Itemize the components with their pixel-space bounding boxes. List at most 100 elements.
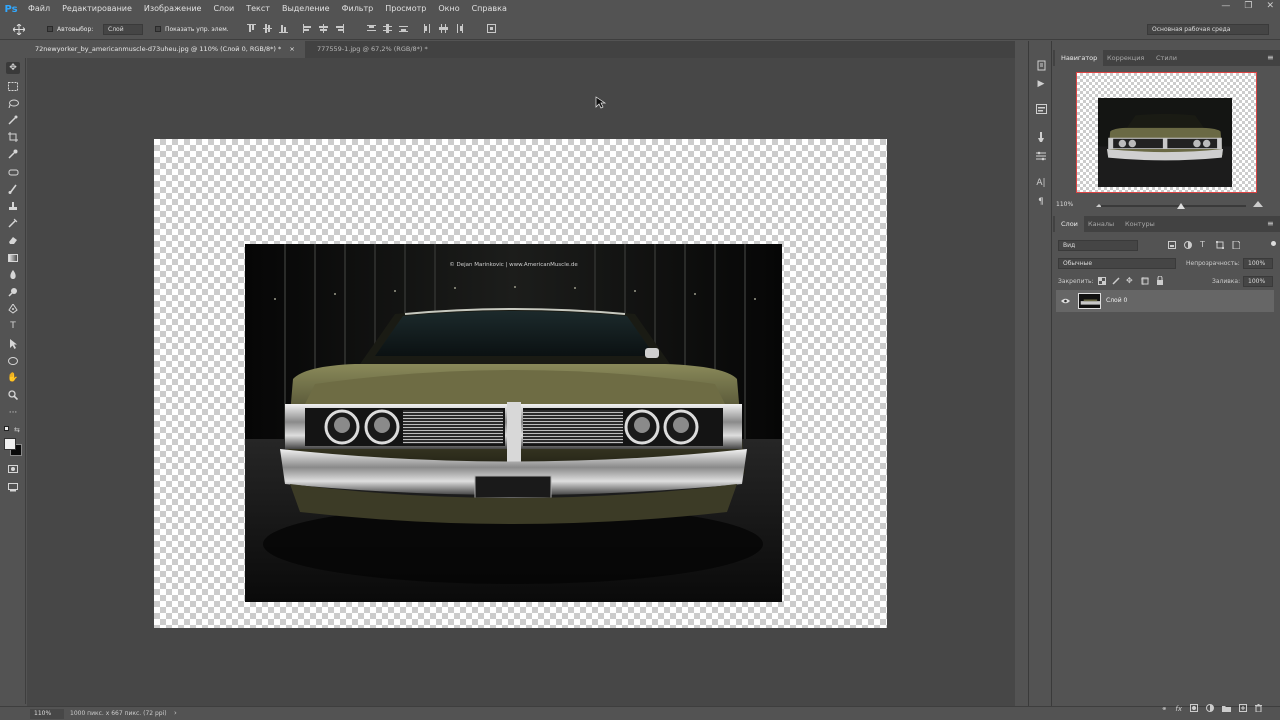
car-photo-layer[interactable]: © Dejan Marinkovic | www.AmericanMuscle.…: [245, 244, 782, 602]
menu-image[interactable]: Изображение: [138, 0, 208, 18]
zoom-level-field[interactable]: 110%: [30, 709, 64, 719]
close-button[interactable]: ✕: [1266, 1, 1274, 11]
clone-source-icon[interactable]: [1035, 150, 1047, 162]
tab-777559[interactable]: 777559-1.jpg @ 67,2% (RGB/8*) * ×: [309, 41, 449, 70]
menu-type[interactable]: Текст: [240, 0, 276, 18]
tab-navigator[interactable]: Навигатор: [1055, 50, 1104, 66]
more-tools-icon[interactable]: ···: [6, 407, 20, 419]
actions-play-icon[interactable]: ▶: [1035, 78, 1047, 90]
history-icon[interactable]: [1035, 59, 1047, 71]
align-left-icon[interactable]: [303, 24, 312, 33]
paragraph-icon[interactable]: ¶: [1035, 196, 1047, 208]
tab-styles[interactable]: Стили: [1150, 50, 1183, 66]
menu-window[interactable]: Окно: [432, 0, 465, 18]
type-tool-icon[interactable]: T: [6, 320, 20, 332]
filter-shape-icon[interactable]: [1216, 241, 1224, 251]
opacity-field[interactable]: 100%: [1243, 258, 1273, 269]
tab-layers[interactable]: Слои: [1055, 216, 1084, 232]
distribute-vcenter-icon[interactable]: [383, 24, 392, 33]
align-bottom-icon[interactable]: [279, 24, 288, 33]
menu-filter[interactable]: Фильтр: [336, 0, 380, 18]
autoselect-dropdown[interactable]: Слой: [103, 24, 143, 35]
zoom-tool-icon[interactable]: [6, 389, 20, 401]
lock-all-icon[interactable]: [1156, 275, 1164, 287]
lock-position-icon[interactable]: ✥: [1126, 276, 1133, 285]
pen-tool-icon[interactable]: [6, 303, 20, 315]
history-brush-tool-icon[interactable]: [6, 217, 20, 229]
minimize-button[interactable]: —: [1221, 1, 1230, 11]
tab-channels[interactable]: Каналы: [1082, 216, 1120, 232]
tab-72newyorker[interactable]: 72newyorker_by_americanmuscle-d73uheu.jp…: [27, 41, 305, 58]
ellipse-tool-icon[interactable]: [6, 355, 20, 367]
filter-smart-object-icon[interactable]: [1232, 240, 1241, 251]
navigator-preview[interactable]: [1076, 72, 1257, 193]
properties-icon[interactable]: [1035, 103, 1047, 115]
panel-menu-icon[interactable]: ≡: [1267, 53, 1274, 62]
move-tool-icon[interactable]: ✥: [6, 62, 20, 74]
show-transform-checkbox[interactable]: [155, 26, 161, 32]
distribute-bottom-icon[interactable]: [399, 24, 408, 33]
layer-filter-dropdown[interactable]: Вид: [1058, 240, 1138, 251]
blend-mode-dropdown[interactable]: Обычные: [1058, 258, 1176, 269]
foreground-color-swatch[interactable]: [4, 438, 16, 450]
marquee-tool-icon[interactable]: [6, 80, 20, 92]
eye-icon[interactable]: [1061, 297, 1070, 306]
screen-mode-icon[interactable]: [6, 481, 20, 493]
tab-adjustments[interactable]: Коррекция: [1101, 50, 1150, 66]
menu-edit[interactable]: Редактирование: [56, 0, 138, 18]
eraser-tool-icon[interactable]: [6, 234, 20, 246]
add-mask-icon[interactable]: [1190, 704, 1198, 714]
tab-close-icon[interactable]: ×: [289, 45, 294, 53]
hand-tool-icon[interactable]: ✋: [6, 372, 20, 384]
fill-field[interactable]: 100%: [1243, 276, 1273, 287]
autoselect-checkbox[interactable]: [47, 26, 53, 32]
align-right-icon[interactable]: [335, 24, 344, 33]
blur-tool-icon[interactable]: [6, 269, 20, 281]
move-tool-preset-icon[interactable]: [12, 23, 26, 36]
status-menu-arrow[interactable]: ›: [174, 709, 177, 717]
character-icon[interactable]: A|: [1035, 177, 1047, 189]
filter-adjustment-icon[interactable]: [1184, 241, 1192, 251]
filter-toggle[interactable]: [1271, 241, 1276, 246]
filter-type-icon[interactable]: T: [1200, 240, 1205, 249]
menu-view[interactable]: Просмотр: [379, 0, 432, 18]
gradient-tool-icon[interactable]: [6, 252, 20, 264]
crop-tool-icon[interactable]: [6, 131, 20, 143]
quick-selection-tool-icon[interactable]: [6, 114, 20, 126]
default-colors-icon[interactable]: [4, 426, 9, 431]
quick-mask-icon[interactable]: [6, 463, 20, 475]
menu-help[interactable]: Справка: [466, 0, 513, 18]
distribute-hcenter-icon[interactable]: [439, 24, 448, 33]
navigator-zoom-slider[interactable]: [1101, 205, 1246, 207]
menu-select[interactable]: Выделение: [276, 0, 336, 18]
zoom-in-icon[interactable]: [1253, 199, 1263, 209]
filter-pixel-icon[interactable]: [1168, 241, 1176, 251]
healing-brush-tool-icon[interactable]: [6, 166, 20, 178]
tab-paths[interactable]: Контуры: [1119, 216, 1161, 232]
lasso-tool-icon[interactable]: [6, 97, 20, 109]
brushes-icon[interactable]: [1035, 131, 1047, 143]
layer-row[interactable]: Слой 0: [1056, 290, 1274, 312]
restore-button[interactable]: ❐: [1244, 1, 1252, 11]
align-top-icon[interactable]: [247, 24, 256, 33]
lock-transparency-icon[interactable]: [1098, 277, 1106, 287]
lock-pixels-icon[interactable]: [1112, 277, 1120, 287]
distribute-left-icon[interactable]: [423, 24, 432, 33]
delete-layer-icon[interactable]: [1255, 704, 1262, 714]
link-layers-icon[interactable]: ⚭: [1162, 705, 1168, 713]
new-layer-icon[interactable]: [1239, 704, 1247, 714]
menu-file[interactable]: Файл: [22, 0, 56, 18]
eyedropper-tool-icon[interactable]: [6, 148, 20, 160]
auto-align-icon[interactable]: [487, 24, 496, 33]
new-adjustment-icon[interactable]: [1206, 704, 1214, 714]
dodge-tool-icon[interactable]: [6, 286, 20, 298]
swap-colors-icon[interactable]: ⇆: [14, 426, 20, 434]
lock-artboard-icon[interactable]: [1141, 277, 1149, 287]
layer-style-icon[interactable]: fx: [1175, 705, 1182, 713]
distribute-right-icon[interactable]: [455, 24, 464, 33]
align-hcenter-icon[interactable]: [319, 24, 328, 33]
navigator-zoom-value[interactable]: 110%: [1056, 201, 1073, 208]
menu-layers[interactable]: Слои: [207, 0, 240, 18]
workspace-dropdown[interactable]: Основная рабочая среда: [1147, 24, 1269, 35]
zoom-slider-handle[interactable]: [1177, 203, 1185, 209]
